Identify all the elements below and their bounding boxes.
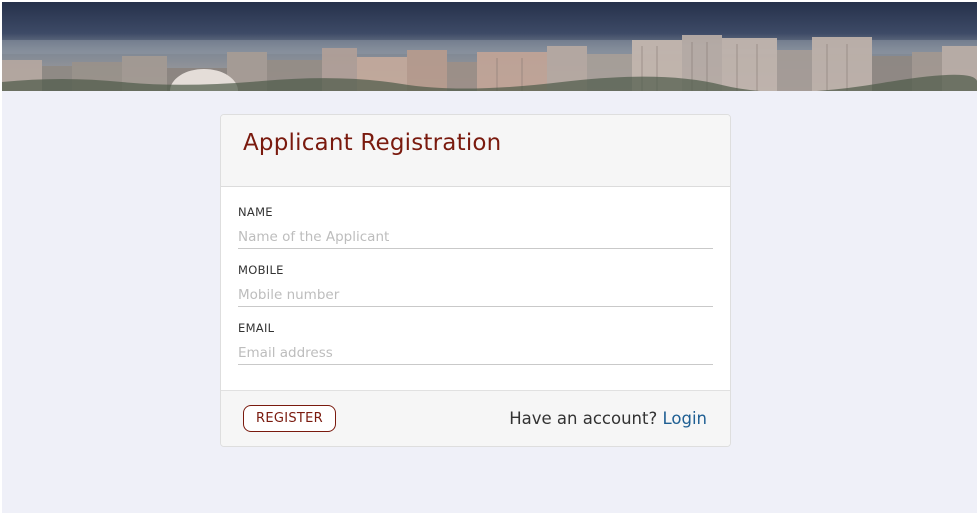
registration-card: Applicant Registration NAME MOBILE EMAIL… (220, 114, 731, 447)
account-prompt-text: Have an account? (509, 409, 658, 428)
email-field-group: EMAIL (238, 321, 713, 365)
card-header: Applicant Registration (221, 115, 730, 187)
email-input[interactable] (238, 341, 713, 365)
skyline-image (2, 2, 977, 91)
mobile-field-group: MOBILE (238, 263, 713, 307)
login-link[interactable]: Login (662, 409, 707, 428)
city-skyline-banner (2, 2, 977, 91)
mobile-label: MOBILE (238, 263, 284, 277)
name-input[interactable] (238, 225, 713, 249)
page: Applicant Registration NAME MOBILE EMAIL… (2, 2, 977, 513)
login-prompt: Have an account? Login (509, 409, 707, 428)
mobile-input[interactable] (238, 283, 713, 307)
card-footer: REGISTER Have an account? Login (221, 390, 730, 446)
email-label: EMAIL (238, 321, 275, 335)
name-label: NAME (238, 205, 273, 219)
page-title: Applicant Registration (243, 130, 502, 156)
register-button[interactable]: REGISTER (243, 405, 336, 432)
name-field-group: NAME (238, 205, 713, 249)
registration-form: NAME MOBILE EMAIL (221, 187, 730, 392)
